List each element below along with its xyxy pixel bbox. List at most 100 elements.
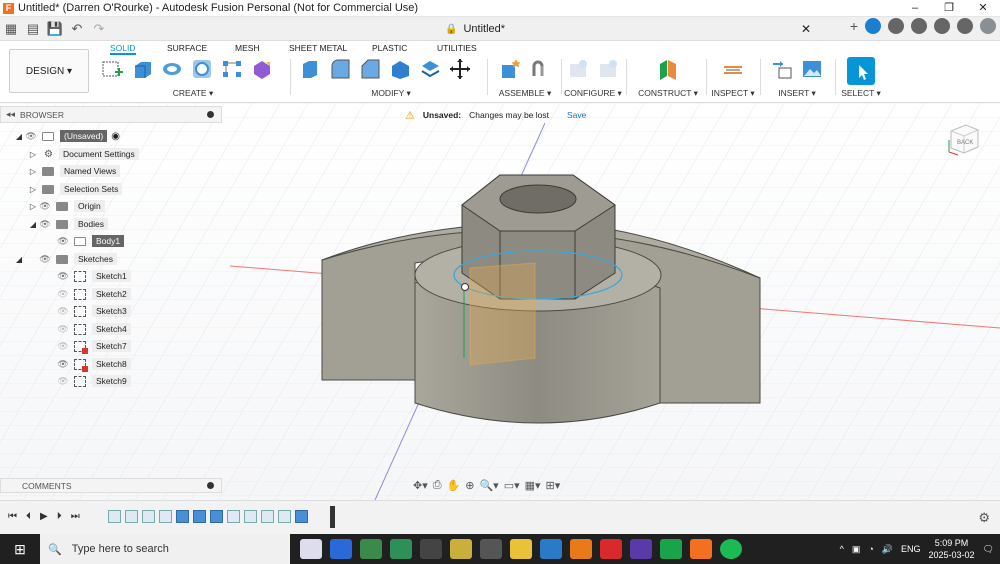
avatar[interactable] [980, 18, 996, 34]
activate-radio-icon[interactable]: ◉ [111, 131, 120, 142]
inspect-group-label[interactable]: INSPECT ▾ [708, 88, 758, 99]
timeline-extrude-icon[interactable] [176, 510, 189, 523]
collapse-icon[interactable]: ◢ [14, 132, 24, 141]
tree-selection-sets[interactable]: ▷ Selection Sets [28, 181, 123, 197]
combine-icon[interactable] [418, 57, 442, 81]
move-copy-icon[interactable] [448, 57, 472, 81]
vlc-icon[interactable] [570, 539, 592, 559]
tree-bodies[interactable]: ◢ 👁 Bodies [28, 216, 108, 232]
tab-mesh[interactable]: MESH [235, 43, 260, 53]
hidden-eye-icon[interactable]: 👁 [56, 306, 70, 317]
display-settings-icon[interactable]: ▭▾ [504, 479, 520, 492]
timeline-sketch-icon[interactable] [142, 510, 155, 523]
step-forward-icon[interactable]: ⏵ [57, 511, 62, 522]
timeline-sketch-icon[interactable] [261, 510, 274, 523]
workspace-switcher-button[interactable]: DESIGN ▾ [9, 49, 89, 93]
document-tab[interactable]: 🔒 Untitled* ✕ [445, 19, 821, 39]
hidden-eye-icon[interactable]: 👁 [56, 376, 70, 387]
visibility-eye-icon[interactable]: 👁 [38, 201, 52, 212]
mail-icon[interactable] [330, 539, 352, 559]
app-icon[interactable] [480, 539, 502, 559]
fillet-icon[interactable] [328, 57, 352, 81]
configure-rule-icon[interactable] [596, 57, 620, 81]
volume-icon[interactable]: 🔊 [882, 544, 893, 555]
data-panel-icon[interactable] [865, 18, 881, 34]
timeline-extrude-icon[interactable] [210, 510, 223, 523]
zoom-window-icon[interactable]: ⊕ [465, 479, 474, 492]
go-to-end-icon[interactable]: ⏭ [71, 511, 80, 522]
look-at-icon[interactable]: ⎙ [433, 479, 442, 492]
orbit-icon[interactable]: ✥▾ [413, 479, 428, 492]
tree-sketches[interactable]: ◢ 👁 Sketches [14, 251, 117, 267]
timeline-sketch-icon[interactable] [125, 510, 138, 523]
app-icon[interactable] [540, 539, 562, 559]
timeline-sketch-icon[interactable] [227, 510, 240, 523]
pattern-icon[interactable] [220, 57, 244, 81]
undo-icon[interactable]: ↶ [66, 19, 88, 39]
close-window-button[interactable]: ✕ [966, 0, 1000, 17]
job-status-icon[interactable] [888, 18, 904, 34]
windows-start-icon[interactable]: ⊞ [0, 541, 40, 558]
offset-plane-icon[interactable] [656, 57, 680, 81]
create-sketch-icon[interactable] [100, 57, 124, 81]
measure-icon[interactable] [721, 57, 745, 81]
timeline-settings-gear-icon[interactable]: ⚙ [978, 510, 990, 526]
file-menu-icon[interactable]: ▤ [22, 19, 44, 39]
save-link[interactable]: Save [567, 110, 586, 120]
press-pull-icon[interactable] [298, 57, 322, 81]
tree-body1[interactable]: 👁 Body1 [56, 233, 125, 249]
expand-icon[interactable]: ▷ [28, 150, 38, 159]
comments-panel-header[interactable]: COMMENTS [0, 478, 222, 493]
expand-icon[interactable]: ▷ [28, 185, 38, 194]
close-tab-icon[interactable]: ✕ [801, 22, 811, 36]
clock[interactable]: 5:09 PM 2025-03-02 [929, 537, 975, 561]
taskbar-search[interactable]: 🔍 Type here to search [40, 534, 290, 564]
form-icon[interactable] [250, 57, 274, 81]
canvas-viewport[interactable] [0, 103, 1000, 500]
tab-surface[interactable]: SURFACE [167, 43, 207, 53]
app-icon[interactable] [390, 539, 412, 559]
expand-icon[interactable]: ▷ [28, 167, 38, 176]
collapse-icon[interactable]: ◢ [14, 255, 24, 264]
file-explorer-icon[interactable] [510, 539, 532, 559]
construct-group-label[interactable]: CONSTRUCT ▾ [634, 88, 702, 99]
timeline-sketch-icon[interactable] [108, 510, 121, 523]
minimize-button[interactable]: – [898, 0, 932, 17]
new-component-icon[interactable] [498, 57, 522, 81]
tab-sheet-metal[interactable]: SHEET METAL [289, 43, 347, 53]
revolve-icon[interactable] [160, 57, 184, 81]
app-icon[interactable] [660, 539, 682, 559]
wifi-icon[interactable]: ◔ [868, 544, 873, 554]
visibility-eye-icon[interactable]: 👁 [56, 271, 70, 282]
hidden-eye-icon[interactable]: 👁 [56, 289, 70, 300]
tree-sketch[interactable]: 👁 Sketch3 [56, 303, 131, 319]
tree-sketch[interactable]: 👁 Sketch4 [56, 321, 131, 337]
insert-canvas-icon[interactable] [800, 57, 824, 81]
configure-table-icon[interactable] [566, 57, 590, 81]
hole-icon[interactable] [190, 57, 214, 81]
extensions-icon[interactable] [934, 18, 950, 34]
timeline-extrude-icon[interactable] [295, 510, 308, 523]
save-icon[interactable]: 💾 [44, 19, 66, 39]
tab-plastic[interactable]: PLASTIC [372, 43, 407, 53]
app-icon[interactable] [420, 539, 442, 559]
visibility-eye-icon[interactable]: 👁 [56, 359, 70, 370]
pan-icon[interactable]: ✋ [447, 479, 461, 492]
timeline-hole-icon[interactable] [244, 510, 257, 523]
modify-group-label[interactable]: MODIFY ▾ [298, 88, 484, 99]
app-icon[interactable] [360, 539, 382, 559]
grid-settings-icon[interactable]: ▦▾ [525, 479, 541, 492]
help-icon[interactable] [957, 18, 973, 34]
extrude-icon[interactable] [130, 57, 154, 81]
fit-icon[interactable]: 🔍▾ [479, 479, 498, 492]
network-icon[interactable]: ▣ [852, 544, 861, 555]
tab-solid[interactable]: SOLID [110, 43, 136, 55]
viewports-icon[interactable]: ⊞▾ [546, 479, 561, 492]
tab-utilities[interactable]: UTILITIES [437, 43, 477, 53]
app-icon[interactable] [600, 539, 622, 559]
timeline-sketch-icon[interactable] [159, 510, 172, 523]
assemble-group-label[interactable]: ASSEMBLE ▾ [492, 88, 558, 99]
shell-icon[interactable] [388, 57, 412, 81]
tree-named-views[interactable]: ▷ Named Views [28, 163, 121, 179]
apps-grid-icon[interactable]: ▦ [0, 19, 22, 39]
